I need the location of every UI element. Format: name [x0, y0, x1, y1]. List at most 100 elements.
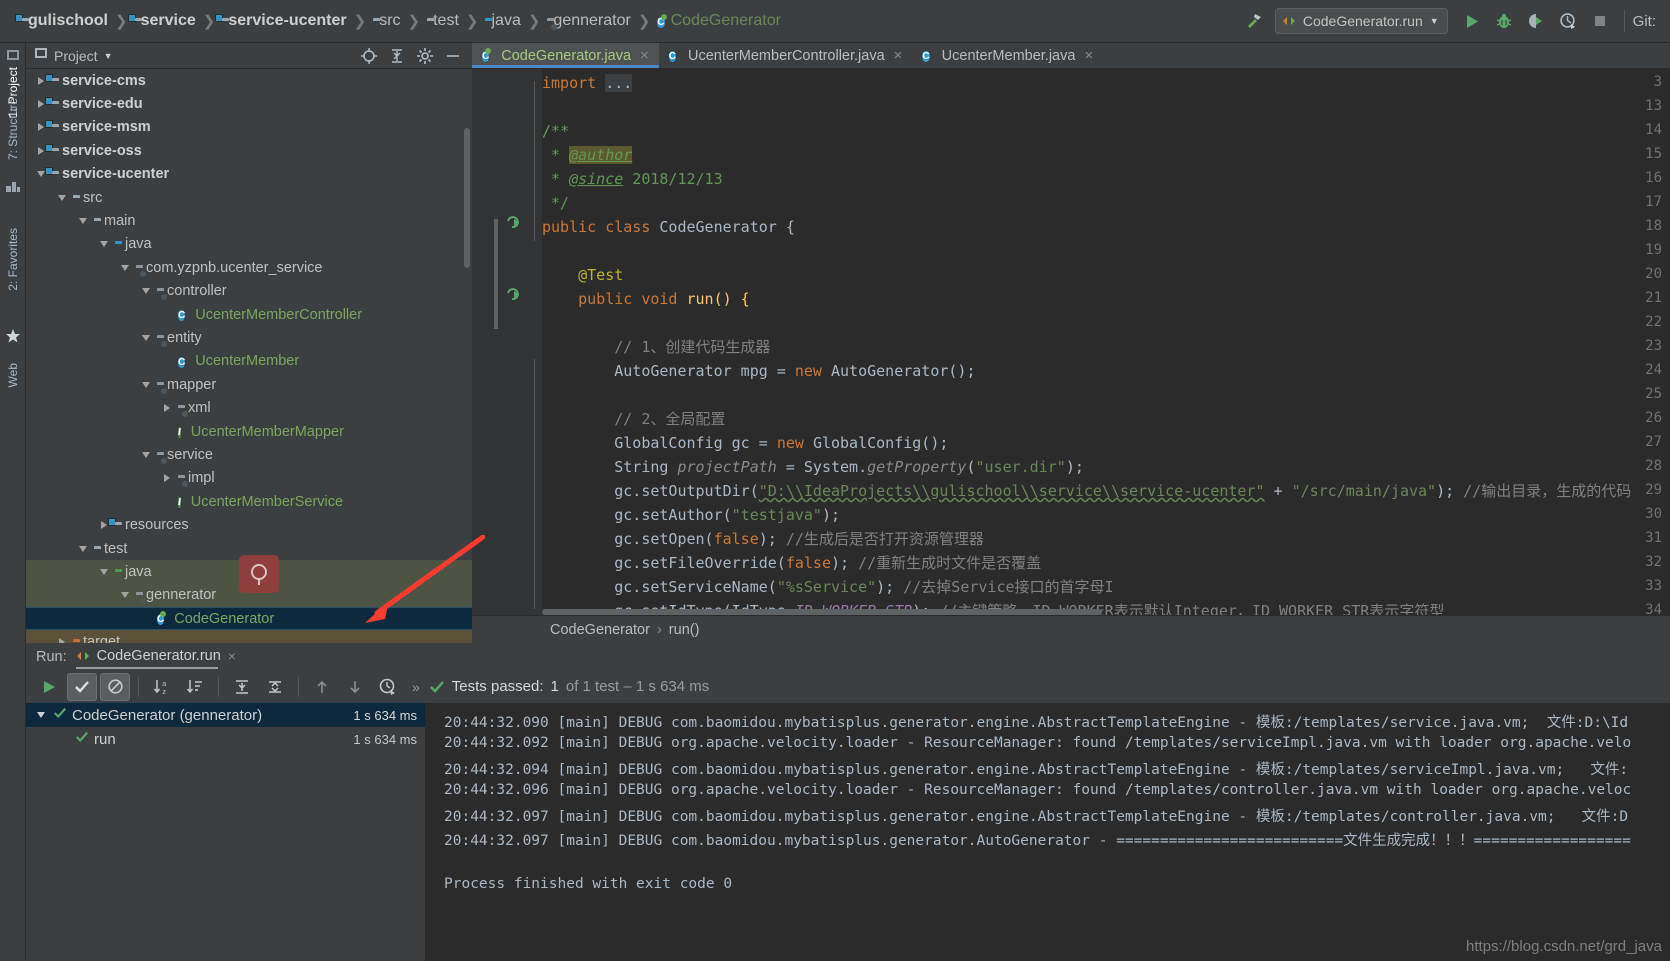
test-result-row[interactable]: CodeGenerator (gennerator) 1 s 634 ms: [26, 703, 425, 727]
favorites-star-icon[interactable]: [5, 328, 21, 344]
chevron-down-icon[interactable]: [97, 241, 111, 248]
run-button[interactable]: [1456, 6, 1488, 36]
project-tree-scrollbar[interactable]: [464, 128, 470, 268]
collapse-all-icon[interactable]: [260, 673, 290, 701]
tree-item-target[interactable]: target: [26, 630, 472, 643]
chevron-down-icon[interactable]: [139, 451, 153, 458]
code-token: );: [876, 578, 904, 596]
expand-all-icon[interactable]: [227, 673, 257, 701]
tree-item-service-msm[interactable]: service-msm: [26, 116, 472, 139]
chevron-down-icon[interactable]: [97, 568, 111, 575]
sort-alpha-icon[interactable]: az: [147, 673, 177, 701]
editor-tab-ucentermembercontroller-java[interactable]: C UcenterMemberController.java ×: [659, 43, 913, 68]
tree-item-xml[interactable]: xml: [26, 396, 472, 419]
sidebar-item-favorites[interactable]: 2: Favorites: [6, 228, 20, 291]
tree-item-ucentermembercontroller[interactable]: C UcenterMemberController: [26, 303, 472, 326]
tree-item-service[interactable]: service: [26, 443, 472, 466]
breadcrumb-item-src[interactable]: src: [373, 12, 400, 30]
project-tool-icon[interactable]: [5, 47, 21, 63]
tree-item-controller[interactable]: controller: [26, 280, 472, 303]
chevron-right-icon[interactable]: [160, 404, 174, 413]
run-with-coverage-button[interactable]: [1520, 6, 1552, 36]
chevron-down-icon[interactable]: [76, 545, 90, 552]
status-breadcrumb-item[interactable]: run(): [669, 622, 700, 638]
run-tab-codegenerator[interactable]: CodeGenerator.run ×: [75, 648, 236, 669]
console-output[interactable]: 20:44:32.090 [main] DEBUG com.baomidou.m…: [426, 703, 1670, 961]
chevron-right-icon[interactable]: [160, 474, 174, 483]
gear-icon[interactable]: [412, 45, 438, 67]
editor-tab-ucentermember-java[interactable]: C UcenterMember.java ×: [912, 43, 1103, 68]
chevron-down-icon[interactable]: ▼: [104, 51, 113, 61]
tree-item-service-oss[interactable]: service-oss: [26, 139, 472, 162]
chevron-down-icon[interactable]: [34, 712, 48, 718]
tree-item-java[interactable]: java: [26, 233, 472, 256]
run-class-gutter-icon[interactable]: [506, 215, 522, 231]
collapse-all-icon[interactable]: [384, 45, 410, 67]
breadcrumb-item-service[interactable]: service: [135, 12, 196, 30]
tree-item-impl[interactable]: impl: [26, 467, 472, 490]
hide-panel-icon[interactable]: [440, 45, 466, 67]
chevron-down-icon[interactable]: [139, 334, 153, 341]
profiler-button[interactable]: [1552, 6, 1584, 36]
hide-ignored-icon[interactable]: [100, 672, 130, 701]
breadcrumb[interactable]: gulischool ❯ service ❯ service-ucenter ❯ src ❯ t…: [0, 12, 781, 30]
run-method-gutter-icon[interactable]: [506, 287, 522, 303]
close-icon[interactable]: ×: [894, 47, 903, 64]
close-icon[interactable]: ×: [640, 47, 649, 64]
tree-item-ucentermembermapper[interactable]: I UcenterMemberMapper: [26, 420, 472, 443]
toggle-passed-icon[interactable]: [67, 672, 97, 701]
chevron-down-icon[interactable]: [118, 592, 132, 599]
next-failed-icon[interactable]: [340, 673, 370, 701]
sidebar-item-web[interactable]: Web: [6, 363, 20, 387]
test-results-tree[interactable]: CodeGenerator (gennerator) 1 s 634 ms run 1…: [26, 703, 425, 961]
tree-item-ucentermemberservice[interactable]: I UcenterMemberService: [26, 490, 472, 513]
prev-failed-icon[interactable]: [307, 673, 337, 701]
tree-item-src[interactable]: src: [26, 186, 472, 209]
tree-item-service-ucenter[interactable]: service-ucenter: [26, 163, 472, 186]
tree-item-mapper[interactable]: mapper: [26, 373, 472, 396]
editor-tab-codegenerator-java[interactable]: C CodeGenerator.java ×: [472, 43, 659, 68]
test-result-row[interactable]: run 1 s 634 ms: [26, 727, 425, 751]
stop-button[interactable]: [1584, 6, 1616, 36]
editor-status-breadcrumb[interactable]: CodeGenerator › run(): [472, 615, 1670, 643]
test-history-icon[interactable]: [373, 673, 403, 701]
run-configuration-selector[interactable]: CodeGenerator.run ▼: [1274, 8, 1448, 34]
breadcrumb-item-java[interactable]: java: [485, 12, 520, 30]
status-breadcrumb-item[interactable]: CodeGenerator: [550, 622, 650, 638]
tree-item-entity[interactable]: entity: [26, 326, 472, 349]
chevron-down-icon[interactable]: [139, 381, 153, 388]
sidebar-item-structure[interactable]: 7: Structure: [6, 98, 20, 160]
tree-item-com-yzpnb-ucenter-service[interactable]: com.yzpnb.ucenter_service: [26, 256, 472, 279]
chevron-down-icon[interactable]: [118, 264, 132, 271]
tree-item-service-edu[interactable]: service-edu: [26, 92, 472, 115]
breadcrumb-item-service-ucenter[interactable]: service-ucenter: [222, 12, 346, 30]
code-token: gc.setOpen(: [542, 530, 714, 548]
debug-button[interactable]: [1488, 6, 1520, 36]
rerun-icon[interactable]: [34, 673, 64, 701]
tree-item-label: UcenterMember: [195, 353, 300, 370]
locate-icon[interactable]: [356, 45, 382, 67]
tree-item-ucentermember[interactable]: C UcenterMember: [26, 350, 472, 373]
breadcrumb-item-gulischool[interactable]: gulischool: [22, 12, 108, 30]
editor-tab-bar[interactable]: C CodeGenerator.java × C UcenterMemberContro…: [472, 43, 1670, 69]
tree-item-service-cms[interactable]: service-cms: [26, 69, 472, 92]
build-hammer-icon[interactable]: [1241, 8, 1267, 34]
sort-duration-icon[interactable]: [180, 673, 210, 701]
chevron-down-icon[interactable]: [55, 194, 69, 201]
close-icon[interactable]: ×: [1084, 47, 1093, 64]
code-token: GlobalConfig();: [812, 434, 949, 452]
tree-item-resources[interactable]: resources: [26, 513, 472, 536]
breadcrumb-item-test[interactable]: test: [427, 12, 459, 30]
breadcrumb-item-gennerator[interactable]: gennerator: [547, 12, 630, 30]
toolbar-more-icon[interactable]: »: [406, 679, 426, 695]
tree-item-main[interactable]: main: [26, 209, 472, 232]
tree-item-codegenerator[interactable]: C CodeGenerator: [26, 606, 472, 631]
chevron-down-icon[interactable]: [139, 288, 153, 295]
structure-tool-icon[interactable]: [5, 178, 21, 194]
editor-gutter[interactable]: [472, 69, 542, 615]
close-icon[interactable]: ×: [228, 648, 236, 664]
chevron-down-icon[interactable]: [76, 218, 90, 225]
breadcrumb-item-codegenerator[interactable]: C CodeGenerator: [657, 12, 781, 30]
code-editor[interactable]: 3 13 14 15 16 17 18 19 20 21 22 23 24 25 26 27 28 29 30 31 3…: [472, 69, 1670, 615]
chevron-down-icon[interactable]: ▼: [1430, 16, 1439, 26]
